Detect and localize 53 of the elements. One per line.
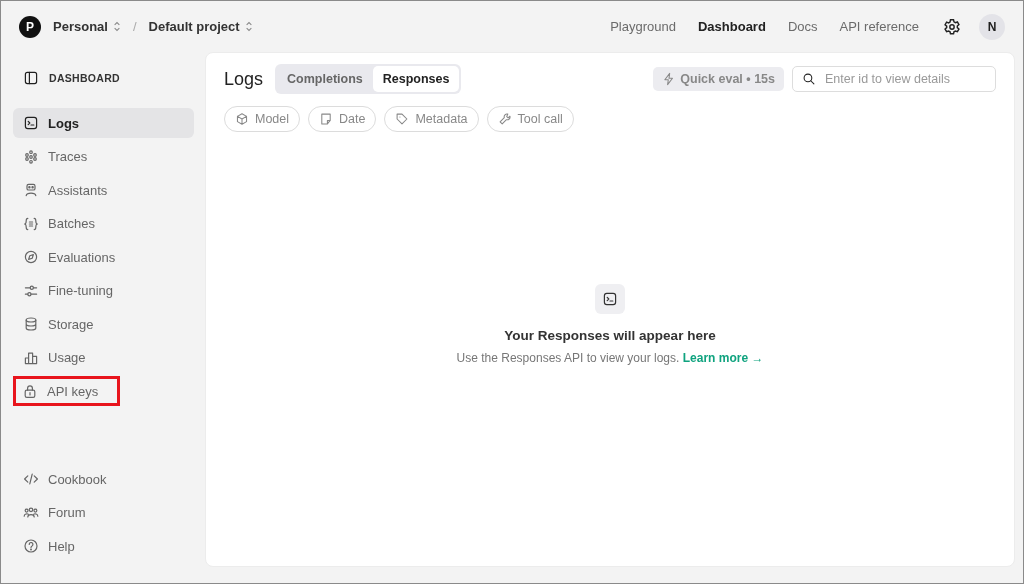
dots-icon (23, 148, 39, 165)
sidebar-item[interactable]: Help (13, 531, 194, 561)
filter-chip[interactable]: Date (308, 106, 377, 132)
chevron-updown-icon (112, 21, 121, 32)
terminal-icon (595, 283, 625, 314)
learn-more-link[interactable]: Learn more → (682, 350, 764, 365)
quick-eval-button[interactable]: Quick eval • 15s (653, 67, 784, 91)
empty-state-heading: Your Responses will appear here (504, 327, 716, 343)
filter-chip[interactable]: Tool call (486, 106, 574, 132)
sidebar-item[interactable]: Storage (13, 309, 194, 339)
project-switcher[interactable]: Default project (144, 19, 257, 34)
sidebar-item[interactable]: Logs (13, 108, 194, 138)
nav-link[interactable]: Playground (610, 19, 676, 34)
robot-icon (23, 182, 39, 198)
page-title: Logs (224, 68, 264, 90)
code-icon (23, 471, 39, 487)
compass-icon (23, 249, 39, 265)
org-avatar: P (19, 15, 41, 38)
sidebar-item[interactable]: Usage (13, 342, 194, 373)
search-field[interactable]: Enter id to view details (792, 66, 996, 92)
sidebar-title: DASHBOARD (49, 72, 120, 84)
nav-link[interactable]: API reference (839, 19, 919, 34)
database-icon (23, 316, 39, 332)
tab[interactable]: Responses (372, 66, 460, 92)
sidebar-item[interactable]: Evaluations (13, 242, 194, 272)
filter-chip[interactable]: Model (224, 106, 301, 132)
nav-link[interactable]: Dashboard (697, 19, 766, 34)
sidebar-item[interactable]: Forum (13, 497, 194, 528)
sidebar-item[interactable]: Traces (13, 141, 194, 172)
tag-icon (395, 112, 410, 126)
sidebar-item[interactable]: Batches (13, 208, 194, 239)
sidebar-panel-icon[interactable] (23, 70, 39, 86)
tab[interactable]: Completions (277, 66, 373, 92)
user-avatar[interactable]: N (979, 13, 1005, 40)
sidebar-item[interactable]: Assistants (13, 175, 194, 205)
cube-icon (235, 112, 249, 126)
filter-chip[interactable]: Metadata (384, 106, 479, 132)
calendar-icon (319, 112, 334, 126)
lock-icon (22, 383, 38, 399)
empty-state-text: Use the Responses API to view your logs. (456, 350, 680, 365)
sidebar-item[interactable]: API keys (13, 376, 120, 406)
sidebar-item[interactable]: Cookbook (13, 464, 194, 494)
nav-link[interactable]: Docs (787, 19, 818, 34)
sidebar-item[interactable]: Fine-tuning (13, 275, 194, 306)
braces-icon (23, 215, 39, 232)
search-icon (802, 72, 816, 86)
chevron-updown-icon (244, 21, 253, 32)
settings-icon[interactable] (943, 17, 961, 36)
breadcrumb-separator: / (132, 19, 137, 34)
wrench-icon (497, 112, 512, 126)
terminal-icon (23, 115, 39, 131)
help-icon (23, 538, 39, 554)
org-switcher[interactable]: Personal (49, 19, 125, 34)
